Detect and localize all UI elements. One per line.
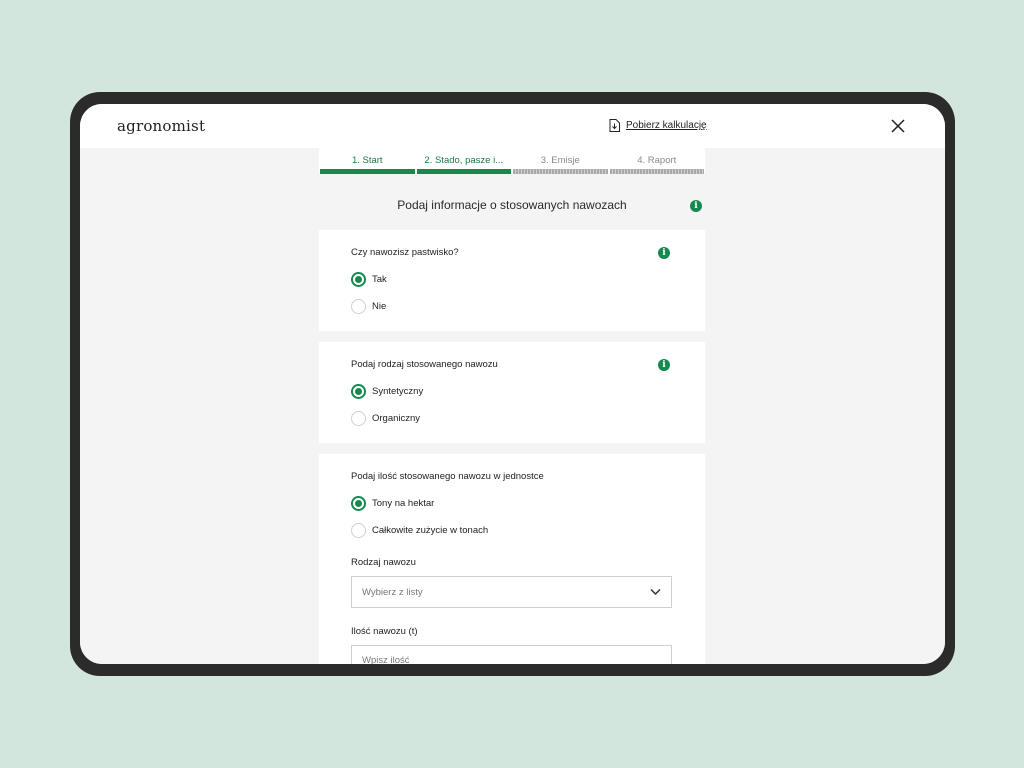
radio-circle <box>351 496 366 511</box>
app-screen: agronomist Pobierz kalkulację 1. Start 2… <box>80 104 945 664</box>
radio-organiczny[interactable]: Organiczny <box>351 411 420 426</box>
step-progress-bar <box>513 169 608 174</box>
radio-circle <box>351 411 366 426</box>
radio-nie[interactable]: Nie <box>351 299 386 314</box>
radio-label: Tony na hektar <box>372 498 435 509</box>
tablet-frame: agronomist Pobierz kalkulację 1. Start 2… <box>70 92 955 676</box>
step-progress-bar <box>320 169 415 174</box>
logo: agronomist <box>117 117 206 135</box>
question-label: Podaj ilość stosowanego nawozu w jednost… <box>351 471 544 482</box>
page-title: Podaj informacje o stosowanych nawozach <box>397 198 627 212</box>
info-icon[interactable]: i <box>658 359 670 371</box>
fertilizer-amount-label: Ilość nawozu (t) <box>351 626 418 637</box>
step-label: 4. Raport <box>637 155 677 166</box>
radio-label: Całkowite zużycie w tonach <box>372 525 489 536</box>
step-report[interactable]: 4. Raport <box>609 148 706 174</box>
step-emissions[interactable]: 3. Emisje <box>512 148 609 174</box>
fertilizer-type-select[interactable]: Wybierz z listy <box>351 576 672 608</box>
radio-label: Syntetyczny <box>372 386 424 397</box>
fertilizer-type-card: Podaj rodzaj stosowanego nawozu i Syntet… <box>319 342 705 443</box>
info-icon[interactable]: i <box>690 200 702 212</box>
radio-label: Organiczny <box>372 413 421 424</box>
select-placeholder: Wybierz z listy <box>362 587 423 598</box>
step-label: 2. Stado, pasze i... <box>424 155 504 166</box>
progress-steps: 1. Start 2. Stado, pasze i... 3. Emisje … <box>319 148 705 174</box>
pasture-fertilizing-card: Czy nawozisz pastwisko? i Tak Nie <box>319 230 705 331</box>
radio-tak[interactable]: Tak <box>351 272 387 287</box>
main-content: 1. Start 2. Stado, pasze i... 3. Emisje … <box>80 148 945 664</box>
question-label: Czy nawozisz pastwisko? <box>351 247 459 258</box>
radio-circle <box>351 272 366 287</box>
close-icon[interactable] <box>891 119 905 133</box>
radio-tony-na-hektar[interactable]: Tony na hektar <box>351 496 434 511</box>
radio-circle <box>351 384 366 399</box>
step-label: 1. Start <box>351 155 383 166</box>
step-label: 3. Emisje <box>540 155 580 166</box>
radio-circle <box>351 299 366 314</box>
radio-label: Tak <box>372 274 387 285</box>
radio-circle <box>351 523 366 538</box>
radio-syntetyczny[interactable]: Syntetyczny <box>351 384 423 399</box>
fertilizer-amount-input[interactable] <box>351 645 672 664</box>
download-calculation-link[interactable]: Pobierz kalkulację <box>609 119 707 132</box>
chevron-down-icon <box>650 588 661 596</box>
radio-calkowite-zuzycie[interactable]: Całkowite zużycie w tonach <box>351 523 488 538</box>
step-herd-feed[interactable]: 2. Stado, pasze i... <box>416 148 513 174</box>
step-start[interactable]: 1. Start <box>319 148 416 174</box>
question-label: Podaj rodzaj stosowanego nawozu <box>351 359 498 370</box>
info-icon[interactable]: i <box>658 247 670 259</box>
top-bar: agronomist Pobierz kalkulację <box>80 104 945 148</box>
step-progress-bar <box>609 169 704 174</box>
fertilizer-amount-card: Podaj ilość stosowanego nawozu w jednost… <box>319 454 705 664</box>
radio-label: Nie <box>372 301 387 312</box>
step-progress-bar <box>416 169 511 174</box>
download-file-icon <box>609 119 620 132</box>
fertilizer-type-label: Rodzaj nawozu <box>351 557 416 568</box>
download-calculation-label: Pobierz kalkulację <box>626 120 707 131</box>
